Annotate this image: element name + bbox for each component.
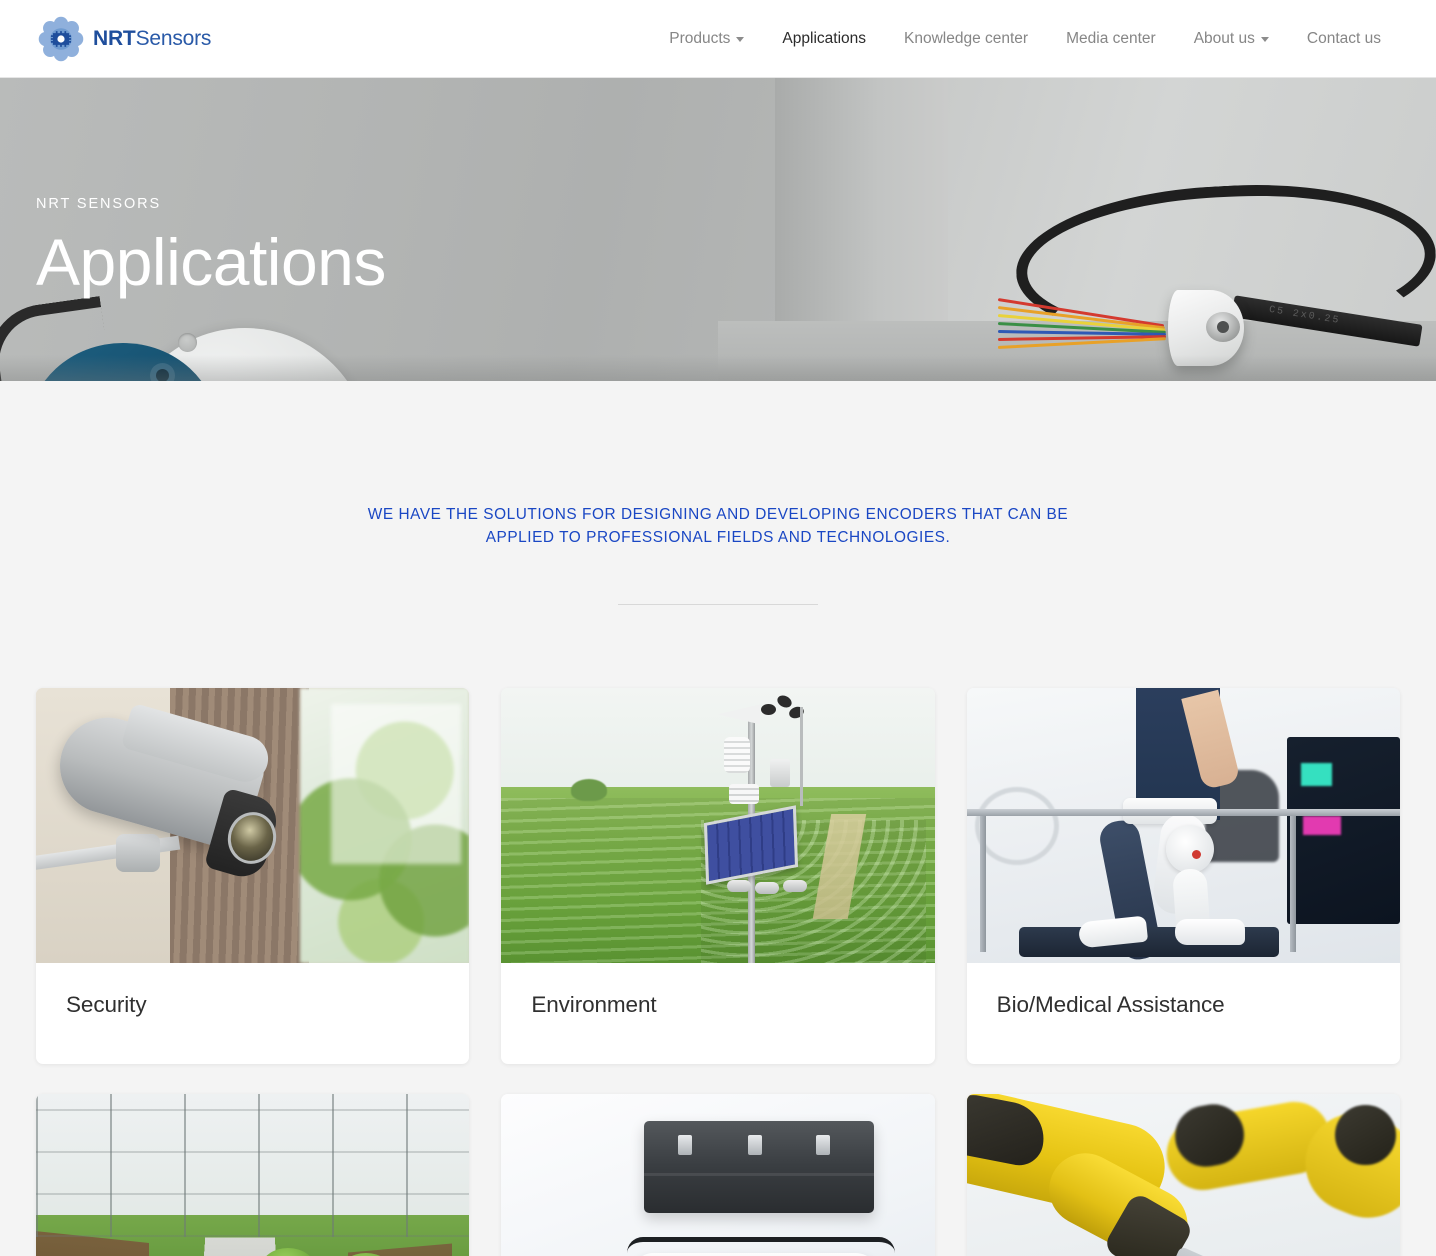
weather-station-image <box>501 687 935 963</box>
application-card-environment[interactable]: Environment <box>501 687 935 1064</box>
intro-text: WE HAVE THE SOLUTIONS FOR DESIGNING AND … <box>367 506 1069 547</box>
main-navigation: Products Applications Knowledge center M… <box>650 23 1400 55</box>
exoskeleton-image <box>966 687 1400 963</box>
applications-card-grid: Security Environment Bio/Medical Assista… <box>36 605 1400 1256</box>
chevron-down-icon <box>1260 37 1269 42</box>
nav-item-knowledge-center[interactable]: Knowledge center <box>885 23 1047 55</box>
card-title-security: Security <box>66 991 147 1017</box>
nav-item-applications[interactable]: Applications <box>763 23 885 55</box>
card-title-environment: Environment <box>531 991 657 1017</box>
hero-banner: NRT SENSORS Applications <box>0 78 1436 381</box>
nav-label-applications: Applications <box>782 29 866 47</box>
nav-label-knowledge-center: Knowledge center <box>904 29 1029 47</box>
nav-item-media-center[interactable]: Media center <box>1047 23 1175 55</box>
brand-text: NRTSensors <box>93 26 212 50</box>
card-title-bio-medical-assistance: Bio/Medical Assistance <box>996 991 1225 1017</box>
application-card-agriculture[interactable] <box>36 1093 470 1256</box>
brand-logo-link[interactable]: NRTSensors <box>38 16 211 62</box>
nav-label-media-center: Media center <box>1066 29 1156 47</box>
flower-chip-logo-icon <box>38 16 84 61</box>
page-title: Applications <box>36 225 386 299</box>
nav-label-contact-us: Contact us <box>1306 29 1381 47</box>
hero-eyebrow: NRT SENSORS <box>36 196 162 212</box>
hero-copy: NRT SENSORS Applications <box>36 196 386 298</box>
nav-item-about-us[interactable]: About us <box>1175 23 1288 55</box>
encoder-wires <box>997 294 1168 356</box>
security-camera-image <box>36 687 470 963</box>
intro-section: WE HAVE THE SOLUTIONS FOR DESIGNING AND … <box>0 381 1436 605</box>
nav-item-contact-us[interactable]: Contact us <box>1288 23 1400 55</box>
robot-dog-image <box>501 1093 935 1256</box>
nav-label-products: Products <box>669 29 731 47</box>
greenhouse-robots-image <box>36 1093 470 1256</box>
site-header: NRTSensors Products Applications Knowled… <box>0 0 1436 78</box>
application-card-industrial-automation[interactable] <box>966 1093 1400 1256</box>
industrial-robot-arms-image <box>966 1093 1400 1256</box>
application-card-bio-medical-assistance[interactable]: Bio/Medical Assistance <box>966 687 1400 1064</box>
application-card-robotics[interactable] <box>501 1093 935 1256</box>
nav-label-about-us: About us <box>1193 29 1255 47</box>
application-card-security[interactable]: Security <box>36 687 470 1064</box>
nav-item-products[interactable]: Products <box>650 23 763 55</box>
chevron-down-icon <box>736 37 745 42</box>
